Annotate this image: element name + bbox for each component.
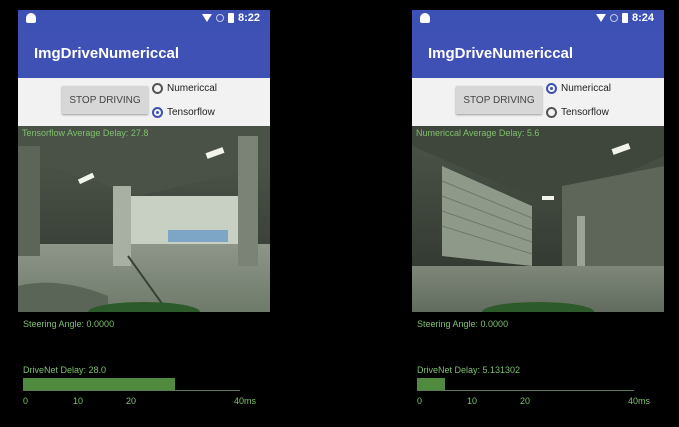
- controls-panel: STOP DRIVING Numericcal Tensorflow: [412, 78, 664, 126]
- wifi-icon: [201, 14, 212, 22]
- camera-view: Numericcal Average Delay: 5.6: [412, 126, 664, 312]
- axis-tick: 10: [73, 396, 84, 406]
- status-bar: 8:24: [412, 10, 664, 30]
- app-title: ImgDriveNumericcal: [34, 45, 180, 62]
- app-title: ImgDriveNumericcal: [428, 45, 574, 62]
- axis-tick: 20: [126, 396, 137, 406]
- radio-circle-icon: [152, 83, 163, 94]
- drivenet-delay-text: DriveNet Delay: 5.131302: [417, 365, 521, 375]
- camera-view: Tensorflow Average Delay: 27.8: [18, 126, 270, 312]
- radio-numericcal[interactable]: Numericcal: [546, 83, 611, 94]
- steering-angle-text: Steering Angle: 0.0000: [23, 319, 115, 329]
- signal-icon: [609, 14, 618, 22]
- phone-left: 8:22 ImgDriveNumericcal STOP DRIVING Num…: [18, 0, 270, 427]
- delay-bar: [23, 378, 240, 390]
- stop-driving-button[interactable]: STOP DRIVING: [456, 86, 542, 114]
- phone-right: 8:24 ImgDriveNumericcal STOP DRIVING Num…: [412, 0, 664, 427]
- radio-circle-selected-icon: [546, 83, 557, 94]
- axis-tick: 0: [417, 396, 423, 406]
- radio-tensorflow[interactable]: Tensorflow: [546, 107, 609, 118]
- camera-caption: Numericcal Average Delay: 5.6: [416, 128, 540, 138]
- status-time: 8:24: [631, 12, 654, 24]
- axis-tick: 0: [23, 396, 29, 406]
- delay-bar-fill: [417, 378, 446, 390]
- axis-tick: 40ms: [234, 396, 257, 406]
- radio-circle-selected-icon: [152, 107, 163, 118]
- radio-tensorflow[interactable]: Tensorflow: [152, 107, 215, 118]
- radio-label: Tensorflow: [167, 107, 215, 118]
- battery-icon: [621, 13, 628, 23]
- battery-icon: [227, 13, 234, 23]
- signal-icon: [215, 14, 224, 22]
- radio-label: Numericcal: [167, 83, 218, 94]
- delay-bar-fill: [23, 378, 175, 390]
- axis-tick: 10: [467, 396, 478, 406]
- steering-angle-text: Steering Angle: 0.0000: [417, 319, 509, 329]
- app-bar: ImgDriveNumericcal: [18, 30, 270, 78]
- radio-numericcal[interactable]: Numericcal: [152, 83, 217, 94]
- wifi-icon: [595, 14, 606, 22]
- axis-tick: 20: [520, 396, 531, 406]
- radio-label: Numericcal: [561, 83, 612, 94]
- app-bar: ImgDriveNumericcal: [412, 30, 664, 78]
- radio-label: Tensorflow: [561, 107, 609, 118]
- status-bar: 8:22: [18, 10, 270, 30]
- garage-scene-image: [412, 126, 664, 312]
- drivenet-delay-text: DriveNet Delay: 28.0: [23, 365, 107, 375]
- axis-tick: 40ms: [628, 396, 651, 406]
- garage-scene-image: [18, 126, 270, 312]
- status-time: 8:22: [237, 12, 260, 24]
- controls-panel: STOP DRIVING Numericcal Tensorflow: [18, 78, 270, 126]
- android-icon: [420, 13, 430, 23]
- delay-axis: [417, 390, 634, 391]
- stop-driving-button[interactable]: STOP DRIVING: [62, 86, 148, 114]
- delay-bar: [417, 378, 634, 390]
- android-icon: [26, 13, 36, 23]
- radio-circle-icon: [546, 107, 557, 118]
- delay-axis: [23, 390, 240, 391]
- camera-caption: Tensorflow Average Delay: 27.8: [22, 128, 149, 138]
